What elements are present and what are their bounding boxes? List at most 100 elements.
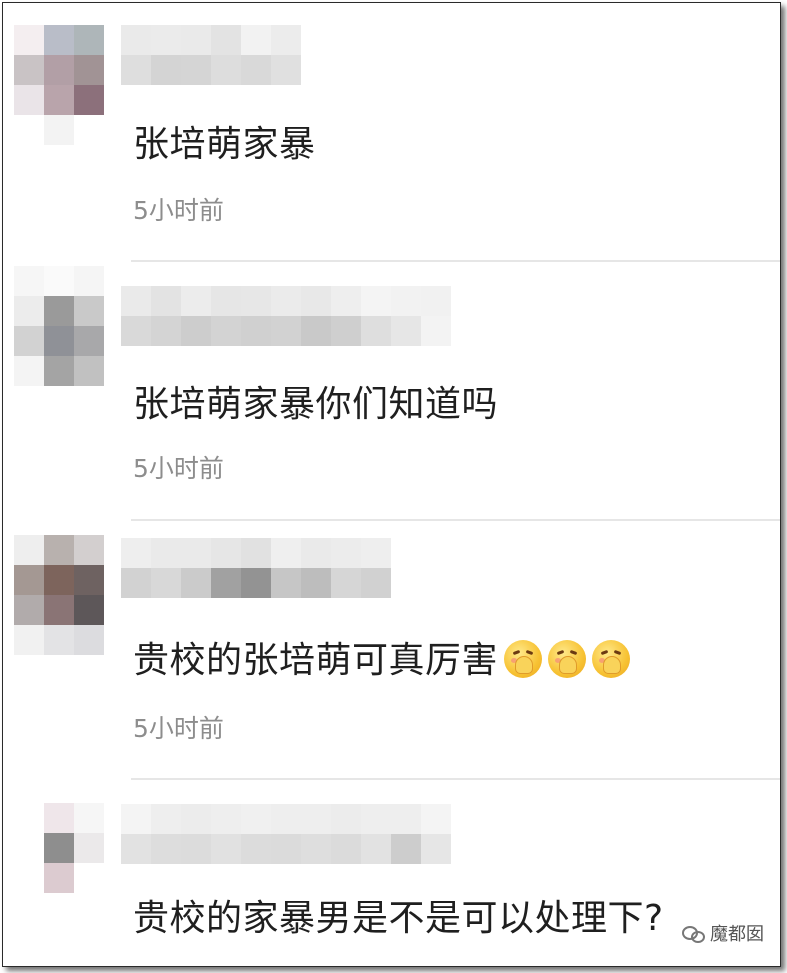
- shy-face-emoji-icon: [592, 640, 631, 678]
- mosaic-pixel: [44, 863, 74, 893]
- mosaic-pixel: [331, 316, 361, 346]
- mosaic-pixel: [301, 286, 331, 316]
- mosaic-pixel: [301, 538, 331, 568]
- mosaic-pixel: [211, 286, 241, 316]
- mosaic-pixel: [74, 55, 104, 85]
- mosaic-pixel: [74, 893, 104, 923]
- mosaic-pixel: [271, 286, 301, 316]
- mosaic-pixel: [121, 55, 151, 85]
- mosaic-pixel: [271, 804, 301, 834]
- mosaic-pixel: [301, 568, 331, 598]
- mosaic-pixel: [121, 316, 151, 346]
- mosaic-pixel: [44, 565, 74, 595]
- mosaic-pixel: [331, 804, 361, 834]
- mosaic-pixel: [44, 595, 74, 625]
- mosaic-pixel: [151, 286, 181, 316]
- mosaic-pixel: [14, 565, 44, 595]
- mosaic-pixel: [151, 568, 181, 598]
- mosaic-pixel: [44, 85, 74, 115]
- mosaic-pixel: [44, 833, 74, 863]
- mosaic-pixel: [301, 316, 331, 346]
- mosaic-pixel: [391, 286, 421, 316]
- watermark: 魔都囡: [682, 920, 764, 946]
- mosaic-pixel: [331, 568, 361, 598]
- mosaic-pixel: [74, 803, 104, 833]
- mosaic-pixel: [14, 595, 44, 625]
- mosaic-pixel: [211, 538, 241, 568]
- mosaic-pixel: [44, 296, 74, 326]
- comment-text: 张培萌家暴: [133, 124, 316, 165]
- mosaic-pixel: [44, 326, 74, 356]
- mosaic-pixel: [151, 804, 181, 834]
- mosaic-pixel: [121, 25, 151, 55]
- avatar[interactable]: [14, 803, 104, 923]
- mosaic-pixel: [181, 538, 211, 568]
- mosaic-pixel: [121, 834, 151, 864]
- mosaic-pixel: [181, 568, 211, 598]
- mosaic-pixel: [121, 804, 151, 834]
- mosaic-pixel: [211, 568, 241, 598]
- mosaic-pixel: [241, 55, 271, 85]
- comment-text: 贵校的张培萌可真厉害: [133, 631, 631, 683]
- mosaic-pixel: [391, 834, 421, 864]
- mosaic-pixel: [361, 538, 391, 568]
- mosaic-pixel: [391, 804, 421, 834]
- mosaic-pixel: [181, 316, 211, 346]
- avatar[interactable]: [14, 25, 104, 145]
- mosaic-pixel: [14, 833, 44, 863]
- mosaic-pixel: [271, 538, 301, 568]
- mosaic-pixel: [421, 834, 451, 864]
- mosaic-pixel: [421, 804, 451, 834]
- mosaic-pixel: [331, 834, 361, 864]
- mosaic-pixel: [241, 538, 271, 568]
- comment-feed-frame: 张培萌家暴 5小时前 张培萌家暴你们知道吗 5小时前 贵校的张培萌可真厉害 5小…: [2, 2, 781, 967]
- mosaic-pixel: [181, 834, 211, 864]
- mosaic-pixel: [44, 356, 74, 386]
- mosaic-pixel: [14, 863, 44, 893]
- mosaic-pixel: [241, 834, 271, 864]
- mosaic-pixel: [14, 535, 44, 565]
- mosaic-pixel: [14, 803, 44, 833]
- mosaic-pixel: [211, 804, 241, 834]
- mosaic-pixel: [74, 326, 104, 356]
- mosaic-pixel: [44, 625, 74, 655]
- mosaic-pixel: [211, 55, 241, 85]
- mosaic-pixel: [14, 893, 44, 923]
- mosaic-pixel: [151, 25, 181, 55]
- username-blurred[interactable]: [121, 286, 451, 346]
- mosaic-pixel: [74, 833, 104, 863]
- mosaic-pixel: [74, 296, 104, 326]
- mosaic-pixel: [14, 85, 44, 115]
- mosaic-pixel: [361, 316, 391, 346]
- avatar[interactable]: [14, 266, 104, 386]
- mosaic-pixel: [74, 356, 104, 386]
- mosaic-pixel: [44, 535, 74, 565]
- divider: [131, 519, 780, 521]
- divider: [131, 260, 780, 262]
- mosaic-pixel: [44, 25, 74, 55]
- mosaic-pixel: [361, 568, 391, 598]
- mosaic-pixel: [121, 568, 151, 598]
- mosaic-pixel: [241, 25, 271, 55]
- mosaic-pixel: [211, 834, 241, 864]
- mosaic-pixel: [181, 25, 211, 55]
- mosaic-pixel: [271, 25, 301, 55]
- mosaic-pixel: [14, 115, 44, 145]
- mosaic-pixel: [271, 316, 301, 346]
- mosaic-pixel: [151, 316, 181, 346]
- mosaic-pixel: [14, 326, 44, 356]
- mosaic-pixel: [74, 625, 104, 655]
- mosaic-pixel: [14, 266, 44, 296]
- username-blurred[interactable]: [121, 804, 451, 864]
- shy-face-emoji-icon: [548, 640, 587, 678]
- mosaic-pixel: [151, 834, 181, 864]
- mosaic-pixel: [14, 625, 44, 655]
- mosaic-pixel: [151, 538, 181, 568]
- username-blurred[interactable]: [121, 25, 301, 85]
- avatar[interactable]: [14, 535, 104, 655]
- comment-timestamp: 5小时前: [133, 196, 224, 225]
- mosaic-pixel: [301, 804, 331, 834]
- username-blurred[interactable]: [121, 538, 391, 598]
- mosaic-pixel: [121, 286, 151, 316]
- mosaic-pixel: [331, 286, 361, 316]
